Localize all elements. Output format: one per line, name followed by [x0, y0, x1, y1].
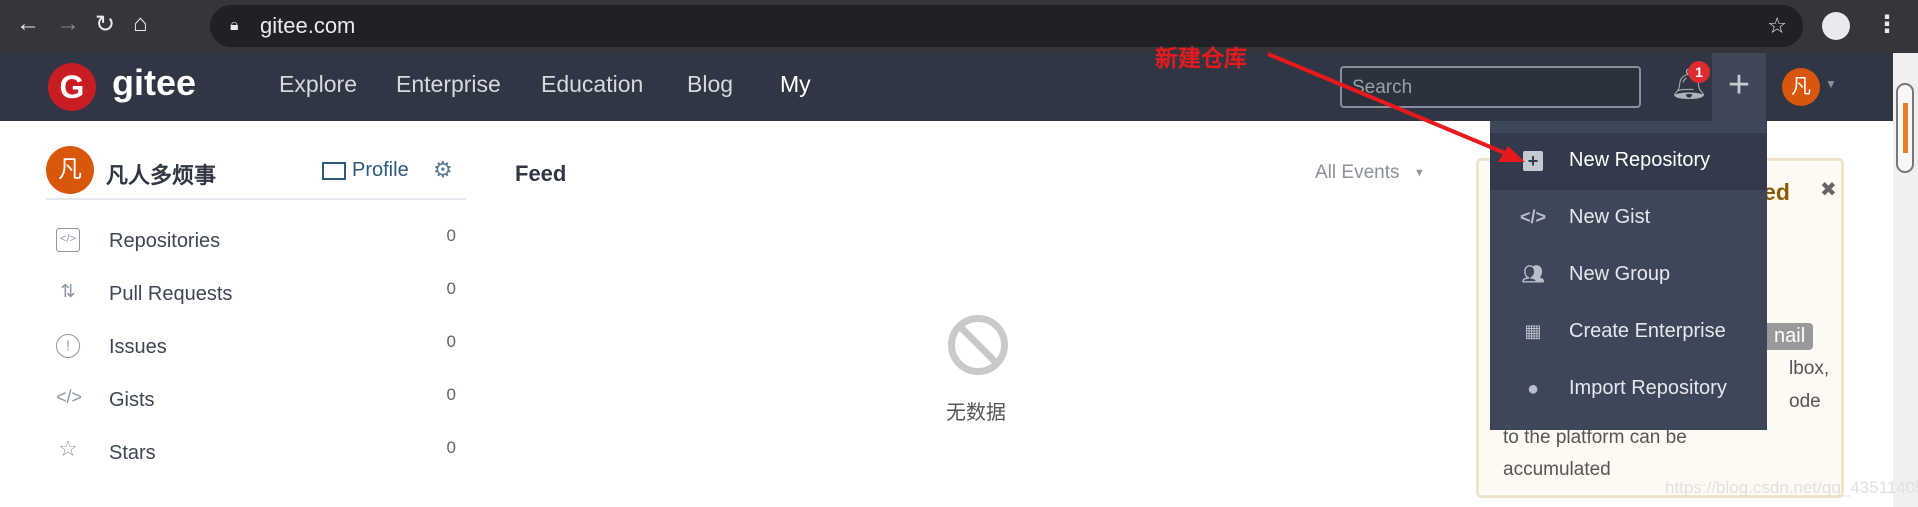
annotation-arrow — [1267, 52, 1525, 162]
arrow-line — [1267, 52, 1513, 158]
